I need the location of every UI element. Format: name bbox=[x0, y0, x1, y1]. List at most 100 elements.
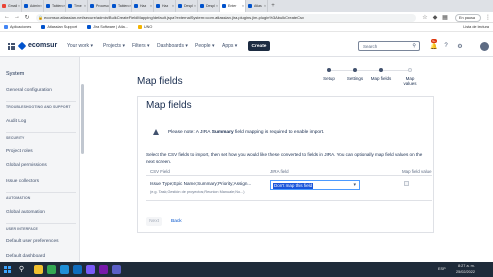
back-link[interactable]: Back bbox=[171, 219, 182, 224]
tab-close-icon[interactable]: × bbox=[216, 4, 218, 8]
browser-tab[interactable]: Haz × bbox=[154, 0, 176, 12]
bookmark-label: Jira Software | Atla... bbox=[93, 25, 128, 29]
tab-close-icon[interactable]: × bbox=[84, 4, 86, 8]
sidebar-item[interactable]: Issue collectors bbox=[6, 179, 39, 184]
tab-label: Enter bbox=[228, 4, 237, 8]
app-switcher-icon[interactable] bbox=[8, 43, 15, 50]
nav-apps[interactable]: Apps ▾ bbox=[222, 43, 237, 49]
browser-tab[interactable]: Tablero × bbox=[110, 0, 132, 12]
onenote-icon[interactable] bbox=[99, 265, 108, 274]
nav-people[interactable]: People ▾ bbox=[195, 43, 214, 49]
browser-tab[interactable]: Enter × bbox=[220, 0, 246, 12]
sidebar-item[interactable]: Default user preferences bbox=[6, 239, 59, 244]
browser-tab[interactable]: Gmail × bbox=[0, 0, 22, 12]
teams-icon[interactable] bbox=[112, 265, 121, 274]
bookmark-item[interactable]: Jira Software | Atla... bbox=[87, 25, 128, 29]
puzzle-icon[interactable]: ▦ bbox=[441, 13, 449, 21]
bookmark-item[interactable]: Aplicaciones bbox=[4, 25, 31, 29]
page-title: Map fields bbox=[137, 76, 183, 87]
browser-tab[interactable]: Despl × bbox=[198, 0, 220, 12]
jira-logo[interactable]: ecomsur bbox=[17, 41, 57, 50]
tab-favicon-icon bbox=[222, 4, 226, 8]
url-input[interactable]: 🔒 ecomsur.atlassian.net/secure/admin/Bul… bbox=[36, 13, 416, 22]
browser-tab[interactable]: Admin × bbox=[22, 0, 44, 12]
tab-favicon-icon bbox=[46, 4, 50, 8]
tab-close-icon[interactable]: × bbox=[150, 4, 152, 8]
sidebar-item[interactable]: Audit Log bbox=[6, 119, 26, 124]
tab-label: Tablero bbox=[52, 4, 64, 8]
tab-close-icon[interactable]: × bbox=[172, 4, 174, 8]
store-icon[interactable] bbox=[86, 265, 95, 274]
browser-tab[interactable]: Tablero × bbox=[44, 0, 66, 12]
url-text: ecomsur.atlassian.net/secure/admin/BulkC… bbox=[44, 15, 305, 20]
next-button[interactable]: Next bbox=[146, 217, 162, 226]
file-explorer-icon[interactable] bbox=[34, 265, 43, 274]
back-icon[interactable]: ← bbox=[3, 13, 11, 21]
nav-dashboards[interactable]: Dashboards ▾ bbox=[157, 43, 188, 49]
browser-tab[interactable]: Haz × bbox=[132, 0, 154, 12]
browser-tab[interactable]: Despl × bbox=[176, 0, 198, 12]
browser-menu-icon[interactable]: ⋮ bbox=[484, 13, 492, 21]
star-icon[interactable]: ☆ bbox=[421, 13, 429, 21]
chevron-down-icon: ▾ bbox=[183, 43, 188, 49]
summary-required-notice: Please note: A JIRA Summary field mappin… bbox=[146, 122, 430, 142]
tab-close-icon[interactable]: × bbox=[264, 4, 266, 8]
taskbar-search-icon[interactable]: ⚲ bbox=[17, 265, 26, 274]
col-header-jira: JIRA field bbox=[270, 169, 289, 174]
tab-favicon-icon bbox=[2, 4, 6, 8]
bookmark-item[interactable]: Atlassian Support bbox=[41, 25, 77, 29]
browser-tab[interactable]: Atlas × bbox=[246, 0, 268, 12]
mapping-description: Select the CSV fields to import, then se… bbox=[146, 152, 423, 164]
map-field-value-checkbox[interactable] bbox=[404, 181, 409, 186]
sidebar-scrollbar[interactable] bbox=[81, 84, 84, 154]
mail-icon[interactable] bbox=[73, 265, 82, 274]
browser-tab[interactable]: Time × bbox=[66, 0, 88, 12]
tab-label: Tablero bbox=[118, 4, 130, 8]
windows-start-icon[interactable] bbox=[4, 266, 11, 273]
create-button[interactable]: Create bbox=[248, 41, 270, 51]
language-indicator[interactable]: ESP bbox=[438, 267, 446, 271]
new-tab-icon[interactable]: + bbox=[268, 0, 278, 12]
help-icon[interactable]: ? bbox=[442, 42, 450, 50]
browser-tab[interactable]: Proceso× bbox=[88, 0, 110, 12]
wizard-step-label: Setup bbox=[323, 76, 335, 81]
reload-icon[interactable]: ↻ bbox=[23, 13, 31, 21]
notifications-icon[interactable]: 🔔 bbox=[430, 42, 438, 50]
sidebar-item[interactable]: Project roles bbox=[6, 149, 33, 154]
nav-your-work[interactable]: Your work ▾ bbox=[67, 43, 93, 49]
wizard-step-label: Settings bbox=[346, 76, 364, 81]
tab-close-icon[interactable]: × bbox=[242, 4, 244, 8]
jira-field-select[interactable]: Don't map this field ▾ bbox=[270, 180, 360, 190]
tab-close-icon[interactable]: × bbox=[194, 4, 196, 8]
extensions-icon[interactable]: ◆ bbox=[431, 13, 439, 21]
browser-address-bar: ← → ↻ 🔒 ecomsur.atlassian.net/secure/adm… bbox=[0, 12, 493, 23]
bookmark-icon bbox=[87, 25, 92, 29]
reading-list-link[interactable]: Lista de lectura bbox=[463, 25, 489, 29]
tab-favicon-icon bbox=[134, 4, 138, 8]
bookmark-label: UNO bbox=[143, 25, 153, 29]
nav-label: Apps bbox=[222, 43, 234, 49]
sidebar-item[interactable]: General configuration bbox=[6, 88, 52, 93]
edge-icon[interactable] bbox=[60, 265, 69, 274]
tab-close-icon[interactable]: × bbox=[40, 4, 42, 8]
forward-icon[interactable]: → bbox=[13, 13, 21, 21]
search-input[interactable]: Search ⚲ bbox=[358, 41, 420, 51]
nav-filters[interactable]: Filters ▾ bbox=[132, 43, 150, 49]
nav-projects[interactable]: Projects ▾ bbox=[103, 43, 125, 49]
tab-close-icon[interactable]: × bbox=[18, 4, 20, 8]
chrome-icon[interactable] bbox=[47, 265, 56, 274]
user-avatar[interactable] bbox=[480, 42, 489, 51]
bookmark-item[interactable]: UNO bbox=[137, 25, 153, 29]
sidebar-item[interactable]: Global permissions bbox=[6, 163, 47, 168]
clock-date[interactable]: 25/02/2022 bbox=[456, 270, 475, 274]
sidebar-item[interactable]: Global automation bbox=[6, 210, 45, 215]
clock-time[interactable]: 8:27 a. m. bbox=[458, 264, 475, 268]
settings-gear-icon[interactable]: ⚙ bbox=[456, 42, 464, 50]
profile-pause-button[interactable]: En pausa bbox=[455, 13, 481, 22]
sidebar-section-heading: TROUBLESHOOTING AND SUPPORT bbox=[6, 105, 71, 109]
table-divider-bottom bbox=[146, 200, 432, 201]
csv-field-sample: (e.g. Task;Gestión de proyectos;Reunion … bbox=[150, 190, 245, 194]
wizard-step-marker bbox=[353, 68, 357, 72]
tab-label: Admin bbox=[30, 4, 40, 8]
sidebar-item[interactable]: Default dashboard bbox=[6, 254, 45, 259]
